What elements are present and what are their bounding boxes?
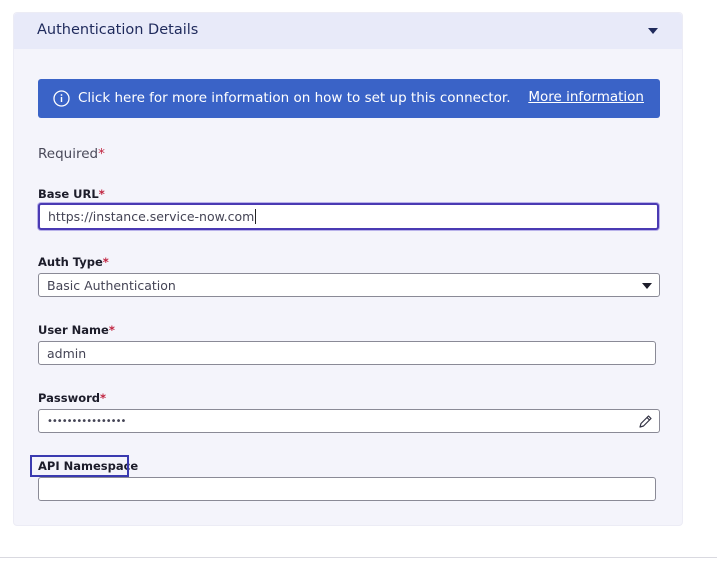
base-url-asterisk: *: [98, 187, 105, 201]
info-icon: [53, 90, 70, 107]
password-asterisk: *: [100, 391, 107, 405]
auth-type-asterisk: *: [102, 255, 109, 269]
chevron-down-icon: [642, 283, 652, 289]
auth-type-label: Auth Type*: [38, 255, 109, 269]
api-namespace-input[interactable]: [38, 477, 656, 501]
user-name-value: admin: [47, 345, 87, 361]
text-caret: [255, 209, 257, 224]
info-banner-text[interactable]: Click here for more information on how t…: [78, 90, 511, 106]
required-note-text: Required: [38, 146, 99, 162]
base-url-label: Base URL*: [38, 187, 105, 201]
base-url-input[interactable]: https://instance.service-now.com: [38, 203, 659, 230]
required-asterisk: *: [98, 146, 105, 162]
bottom-divider: [0, 557, 717, 558]
auth-type-value: Basic Authentication: [47, 277, 176, 293]
password-value: ••••••••••••••••: [47, 415, 126, 427]
more-information-link[interactable]: More information: [528, 89, 644, 105]
pencil-icon[interactable]: [638, 414, 653, 429]
user-name-label: User Name*: [38, 323, 115, 337]
panel-header[interactable]: Authentication Details: [14, 13, 682, 49]
info-banner[interactable]: Click here for more information on how t…: [38, 79, 660, 118]
base-url-label-text: Base URL: [38, 187, 99, 201]
api-namespace-highlight: [30, 455, 129, 477]
auth-type-label-text: Auth Type: [38, 255, 103, 269]
authentication-panel: Authentication Details Click here for mo…: [13, 12, 683, 526]
required-note: Required*: [38, 146, 105, 162]
password-label-text: Password: [38, 391, 100, 405]
panel-title: Authentication Details: [37, 22, 199, 38]
user-name-asterisk: *: [108, 323, 115, 337]
user-name-label-text: User Name: [38, 323, 109, 337]
password-input[interactable]: ••••••••••••••••: [38, 409, 660, 433]
user-name-input[interactable]: admin: [38, 341, 656, 365]
base-url-value: https://instance.service-now.com: [48, 209, 255, 224]
password-label: Password*: [38, 391, 106, 405]
caret-down-icon[interactable]: [646, 25, 660, 37]
auth-type-select[interactable]: Basic Authentication: [38, 273, 660, 297]
